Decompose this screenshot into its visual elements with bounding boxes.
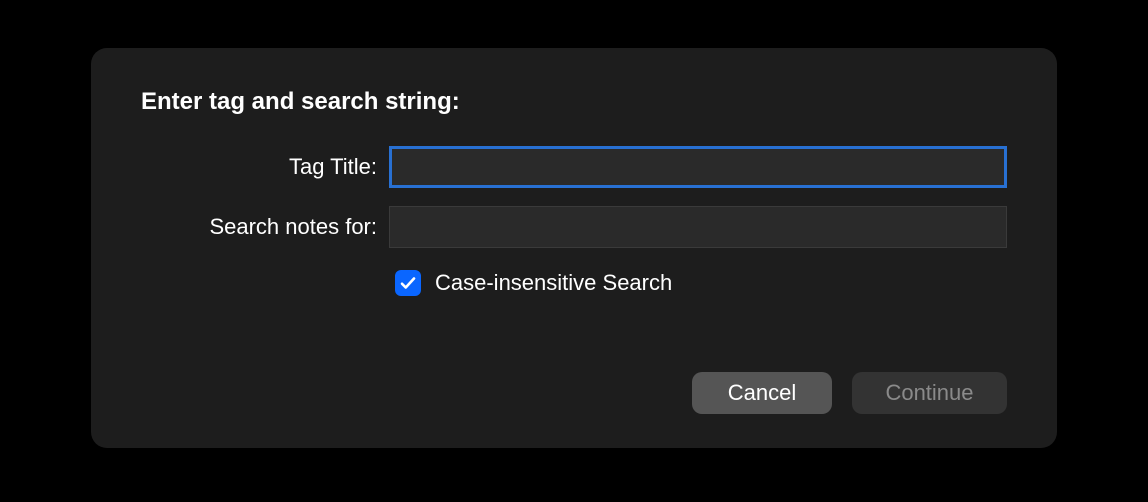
tag-title-row: Tag Title:	[141, 146, 1007, 188]
search-notes-label: Search notes for:	[141, 214, 389, 240]
tag-title-input[interactable]	[389, 146, 1007, 188]
button-row: Cancel Continue	[692, 372, 1007, 414]
case-insensitive-row: Case-insensitive Search	[395, 270, 1007, 296]
search-notes-row: Search notes for:	[141, 206, 1007, 248]
search-notes-input[interactable]	[389, 206, 1007, 248]
continue-button[interactable]: Continue	[852, 372, 1007, 414]
cancel-button[interactable]: Cancel	[692, 372, 832, 414]
case-insensitive-checkbox[interactable]	[395, 270, 421, 296]
checkmark-icon	[399, 274, 417, 292]
case-insensitive-label: Case-insensitive Search	[435, 270, 672, 296]
tag-title-label: Tag Title:	[141, 154, 389, 180]
dialog-heading: Enter tag and search string:	[141, 88, 1007, 116]
search-dialog: Enter tag and search string: Tag Title: …	[91, 48, 1057, 448]
